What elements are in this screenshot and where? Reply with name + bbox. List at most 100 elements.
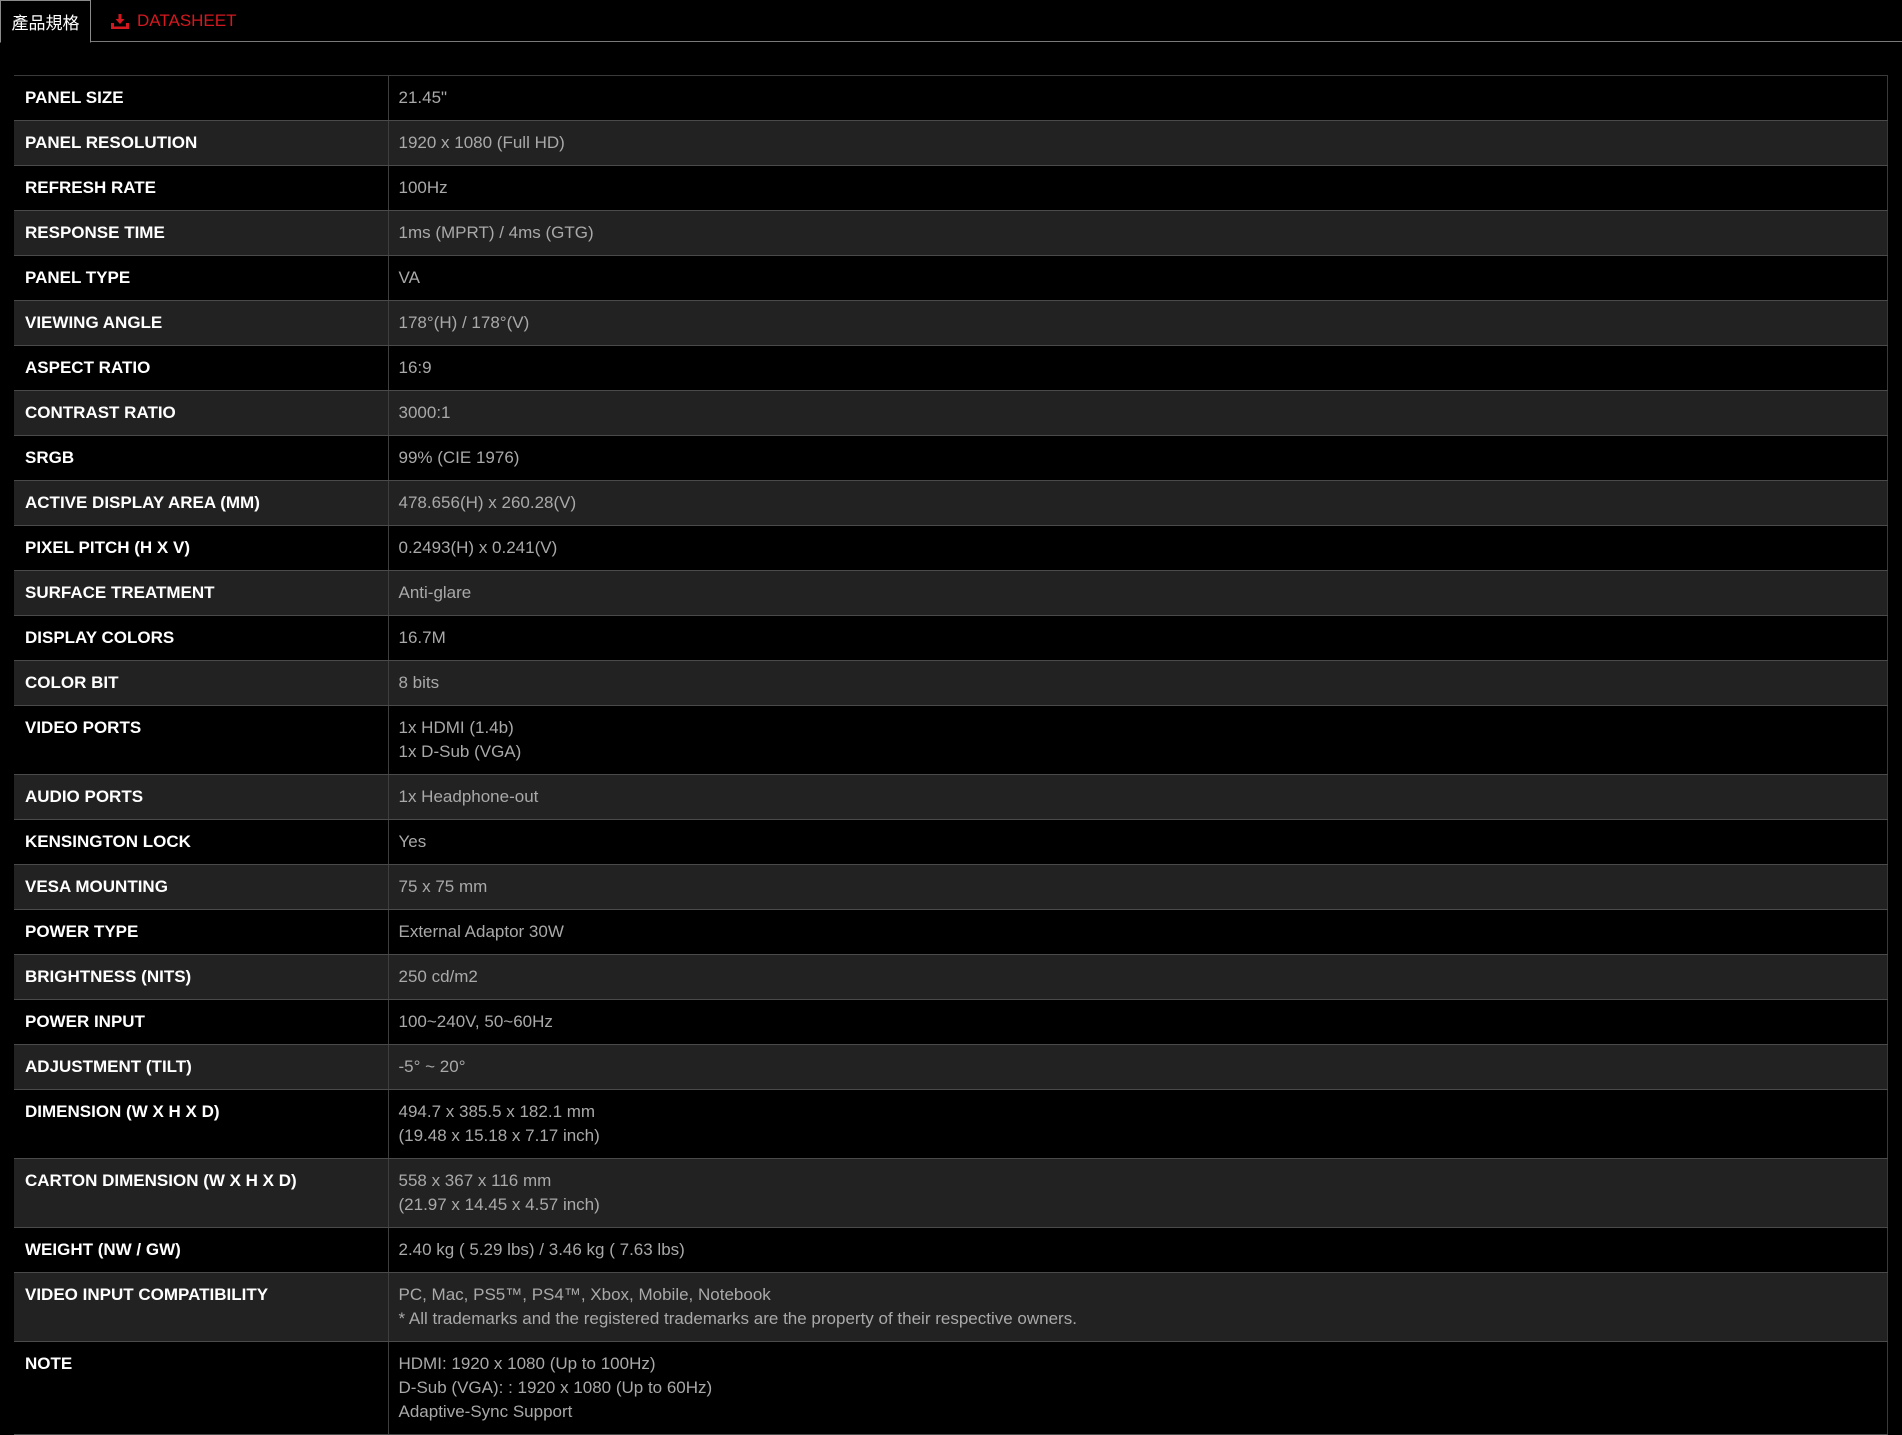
spec-value: 21.45" [388,75,1888,121]
spec-value: 16:9 [388,345,1888,391]
spec-row: AUDIO PORTS 1x Headphone-out [14,774,1888,820]
spec-value: 558 x 367 x 116 mm (21.97 x 14.45 x 4.57 … [388,1158,1888,1228]
spec-value-line: 16:9 [398,358,432,377]
spec-label: SRGB [14,435,389,481]
spec-value-line: 250 cd/m2 [398,967,478,986]
spec-value-line: 3000:1 [398,403,451,422]
spec-label: ADJUSTMENT (TILT) [14,1044,389,1090]
spec-value-line: 21.45" [398,88,448,107]
spec-value: 2.40 kg ( 5.29 lbs) / 3.46 kg ( 7.63 lbs… [388,1227,1888,1273]
spec-value: 250 cd/m2 [388,954,1888,1000]
spec-label: WEIGHT (NW / GW) [14,1227,389,1273]
spec-row: POWER INPUT 100~240V, 50~60Hz [14,999,1888,1045]
spec-label: KENSINGTON LOCK [14,819,389,865]
download-icon [111,13,129,29]
spec-label: POWER INPUT [14,999,389,1045]
spec-value: 494.7 x 385.5 x 182.1 mm (19.48 x 15.18 x… [388,1089,1888,1159]
spec-row: CONTRAST RATIO 3000:1 [14,390,1888,436]
spec-value: HDMI: 1920 x 1080 (Up to 100Hz) D-Sub (VG… [388,1341,1888,1435]
spec-value-line: 1ms (MPRT) / 4ms (GTG) [398,223,594,242]
spec-value-line: 16.7M [398,628,446,647]
spec-row: ACTIVE DISPLAY AREA (MM) 478.656(H) x 260… [14,480,1888,526]
tab-datasheet-label: DATASHEET [137,11,237,30]
spec-row: PANEL RESOLUTION 1920 x 1080 (Full HD) [14,120,1888,166]
spec-value: 0.2493(H) x 0.241(V) [388,525,1888,571]
spec-value-line: HDMI: 1920 x 1080 (Up to 100Hz) [398,1354,656,1373]
spec-value: 100~240V, 50~60Hz [388,999,1888,1045]
spec-label: CONTRAST RATIO [14,390,389,436]
spec-label: BRIGHTNESS (NITS) [14,954,389,1000]
spec-table-body: PANEL SIZE 21.45" PANEL RESOLUTION 1920 x 1… [14,75,1888,1435]
spec-row: ADJUSTMENT (TILT) -5° ~ 20° [14,1044,1888,1090]
spec-label: SURFACE TREATMENT [14,570,389,616]
spec-value-line: 1x HDMI (1.4b) [398,718,514,737]
spec-value: Yes [388,819,1888,865]
spec-value: Anti-glare [388,570,1888,616]
spec-value: 1920 x 1080 (Full HD) [388,120,1888,166]
spec-value-line: VA [398,268,420,287]
spec-value: 1ms (MPRT) / 4ms (GTG) [388,210,1888,256]
spec-row: CARTON DIMENSION (W X H X D) 558 x 367 x … [14,1158,1888,1228]
spec-value: External Adaptor 30W [388,909,1888,955]
spec-label: VIEWING ANGLE [14,300,389,346]
spec-value-line: 1x Headphone-out [398,787,539,806]
spec-value-line: 1920 x 1080 (Full HD) [398,133,565,152]
spec-value-line: 8 bits [398,673,440,692]
spec-value-line: External Adaptor 30W [398,922,564,941]
spec-row: COLOR BIT 8 bits [14,660,1888,706]
spec-row: ASPECT RATIO 16:9 [14,345,1888,391]
spec-row: SRGB 99% (CIE 1976) [14,435,1888,481]
spec-value: 178°(H) / 178°(V) [388,300,1888,346]
spec-row: RESPONSE TIME 1ms (MPRT) / 4ms (GTG) [14,210,1888,256]
spec-label: PANEL SIZE [14,75,389,121]
spec-row: VIEWING ANGLE 178°(H) / 178°(V) [14,300,1888,346]
tab-datasheet[interactable]: DATASHEET [111,0,237,42]
spec-value-line: (19.48 x 15.18 x 7.17 inch) [398,1126,600,1145]
spec-row: DIMENSION (W X H X D) 494.7 x 385.5 x 182… [14,1089,1888,1159]
spec-value-line: 2.40 kg ( 5.29 lbs) / 3.46 kg ( 7.63 lbs… [398,1240,685,1259]
spec-value-line: (21.97 x 14.45 x 4.57 inch) [398,1195,600,1214]
spec-row: REFRESH RATE 100Hz [14,165,1888,211]
tab-specs[interactable]: 產品規格 [0,0,91,43]
spec-label: DISPLAY COLORS [14,615,389,661]
spec-value-line: 100Hz [398,178,448,197]
spec-table: PANEL SIZE 21.45" PANEL RESOLUTION 1920 x 1… [14,75,1888,1435]
spec-label: PANEL RESOLUTION [14,120,389,166]
spec-label: POWER TYPE [14,909,389,955]
spec-tabs: 產品規格 DATASHEET [0,0,1902,43]
spec-row: PANEL TYPE VA [14,255,1888,301]
spec-row: VESA MOUNTING 75 x 75 mm [14,864,1888,910]
spec-value: 16.7M [388,615,1888,661]
spec-value-line: D-Sub (VGA): : 1920 x 1080 (Up to 60Hz) [398,1378,713,1397]
spec-value-line: 0.2493(H) x 0.241(V) [398,538,558,557]
spec-label: VIDEO PORTS [14,705,389,775]
spec-value-line: 1x D-Sub (VGA) [398,742,522,761]
spec-value-line: 178°(H) / 178°(V) [398,313,530,332]
spec-label: ASPECT RATIO [14,345,389,391]
spec-row: WEIGHT (NW / GW) 2.40 kg ( 5.29 lbs) / 3.… [14,1227,1888,1273]
spec-value-line: PC, Mac, PS5™, PS4™, Xbox, Mobile, Noteb… [398,1285,771,1304]
spec-row: DISPLAY COLORS 16.7M [14,615,1888,661]
spec-value-line: * All trademarks and the registered trad… [398,1309,1077,1328]
spec-label: ACTIVE DISPLAY AREA (MM) [14,480,389,526]
spec-value-line: 494.7 x 385.5 x 182.1 mm [398,1102,596,1121]
spec-value: -5° ~ 20° [388,1044,1888,1090]
spec-value: 75 x 75 mm [388,864,1888,910]
spec-label: DIMENSION (W X H X D) [14,1089,389,1159]
spec-label: CARTON DIMENSION (W X H X D) [14,1158,389,1228]
spec-row: BRIGHTNESS (NITS) 250 cd/m2 [14,954,1888,1000]
spec-label: PIXEL PITCH (H X V) [14,525,389,571]
spec-label: RESPONSE TIME [14,210,389,256]
spec-row: PANEL SIZE 21.45" [14,75,1888,121]
spec-value: VA [388,255,1888,301]
spec-value-line: Adaptive-Sync Support [398,1402,573,1421]
spec-value: 478.656(H) x 260.28(V) [388,480,1888,526]
spec-label: AUDIO PORTS [14,774,389,820]
spec-row: VIDEO PORTS 1x HDMI (1.4b) 1x D-Sub (VGA) [14,705,1888,775]
spec-value: PC, Mac, PS5™, PS4™, Xbox, Mobile, Noteb… [388,1272,1888,1342]
spec-label: NOTE [14,1341,389,1435]
spec-row: KENSINGTON LOCK Yes [14,819,1888,865]
spec-label: VESA MOUNTING [14,864,389,910]
spec-row: PIXEL PITCH (H X V) 0.2493(H) x 0.241(V) [14,525,1888,571]
spec-value: 1x HDMI (1.4b) 1x D-Sub (VGA) [388,705,1888,775]
